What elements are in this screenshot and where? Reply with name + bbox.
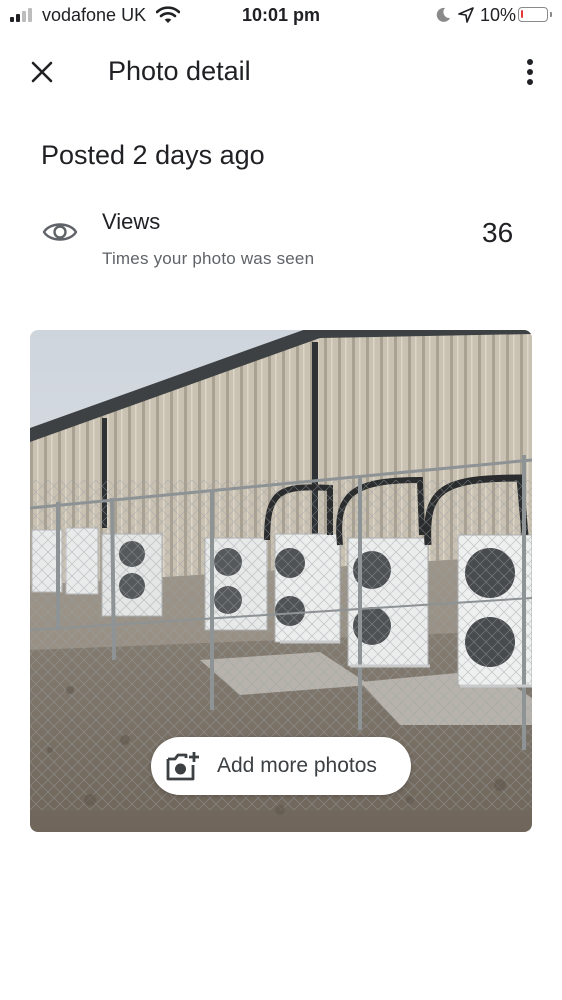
carrier-name: vodafone UK <box>42 5 147 25</box>
more-vert-icon <box>527 59 533 85</box>
views-description: Times your photo was seen <box>102 249 315 268</box>
wifi-icon <box>156 6 180 23</box>
location-arrow-icon <box>458 7 474 23</box>
add-more-photos-label: Add more photos <box>217 754 377 777</box>
add-more-photos-button[interactable]: Add more photos <box>151 737 411 795</box>
battery-percent: 10% <box>480 5 517 25</box>
views-count: 36 <box>482 217 514 248</box>
status-bar: vodafone UK 10:01 pm 10% <box>0 0 562 32</box>
close-icon <box>31 61 53 83</box>
clock: 10:01 pm <box>242 5 321 25</box>
more-options-button[interactable] <box>518 56 542 88</box>
add-photo-icon <box>166 752 199 781</box>
signal-icon <box>10 8 32 22</box>
views-label: Views <box>102 209 161 234</box>
battery-icon <box>518 7 552 22</box>
close-button[interactable] <box>26 56 58 88</box>
eye-icon <box>42 223 78 241</box>
posted-date: Posted 2 days ago <box>41 140 265 170</box>
page-title: Photo detail <box>108 56 251 86</box>
moon-icon <box>436 7 450 22</box>
